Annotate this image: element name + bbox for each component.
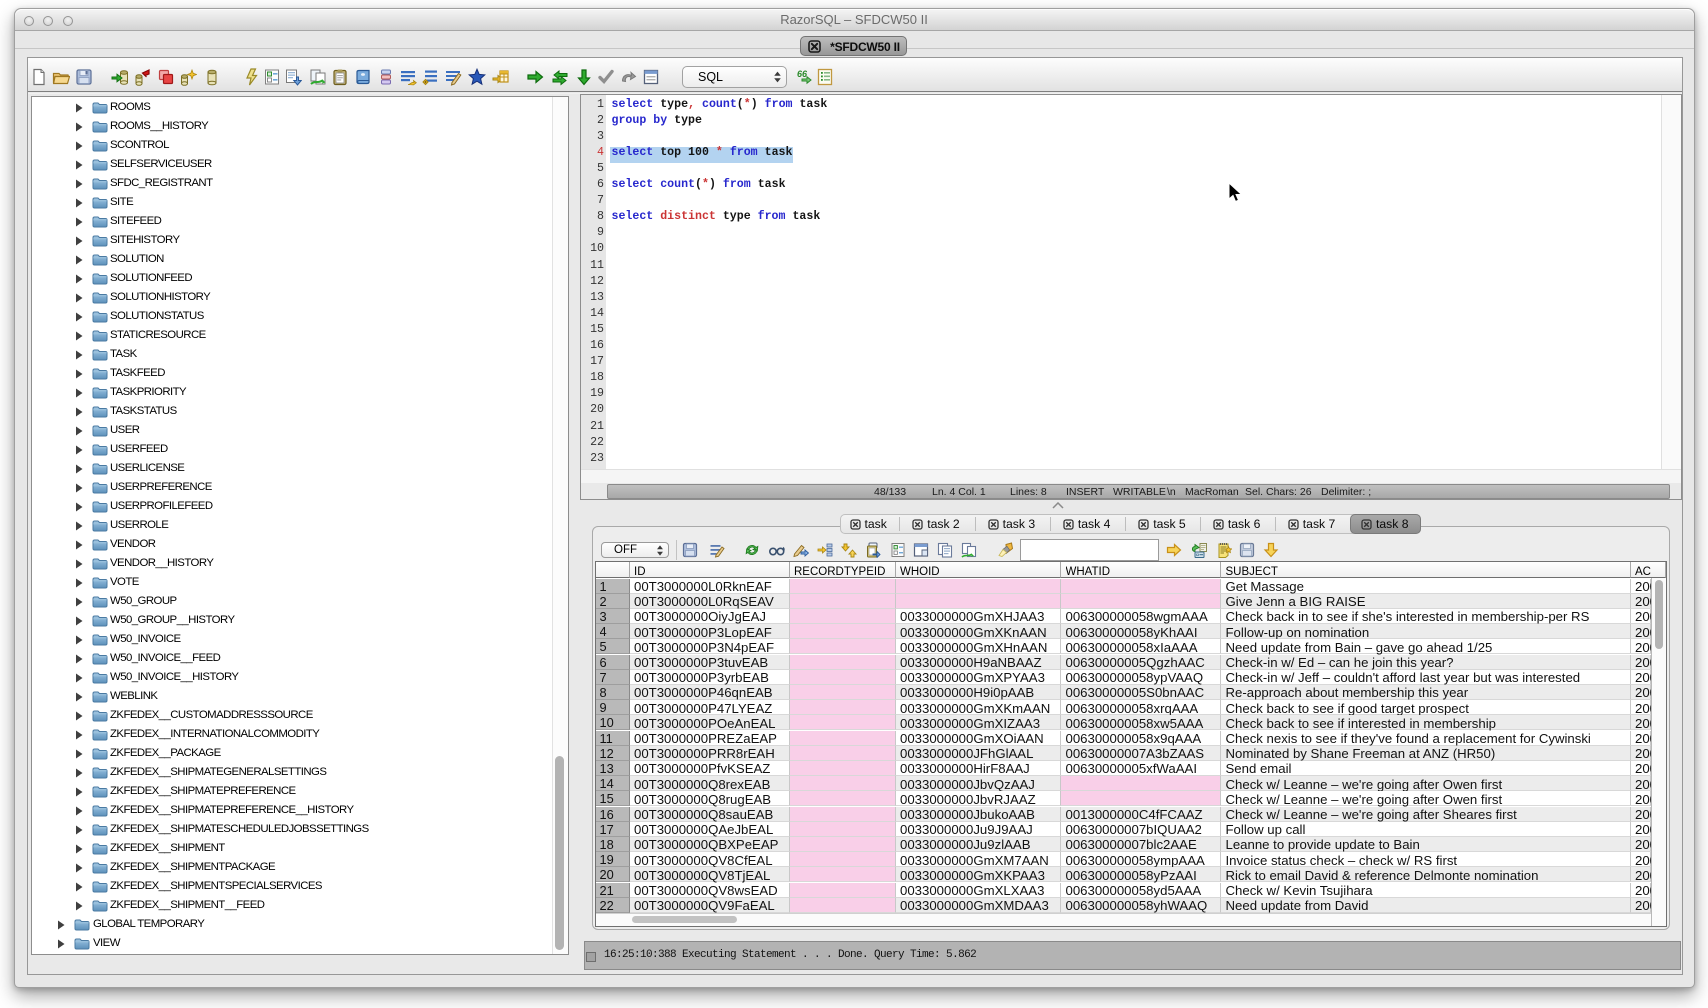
- svg-text:66: 66: [797, 69, 808, 79]
